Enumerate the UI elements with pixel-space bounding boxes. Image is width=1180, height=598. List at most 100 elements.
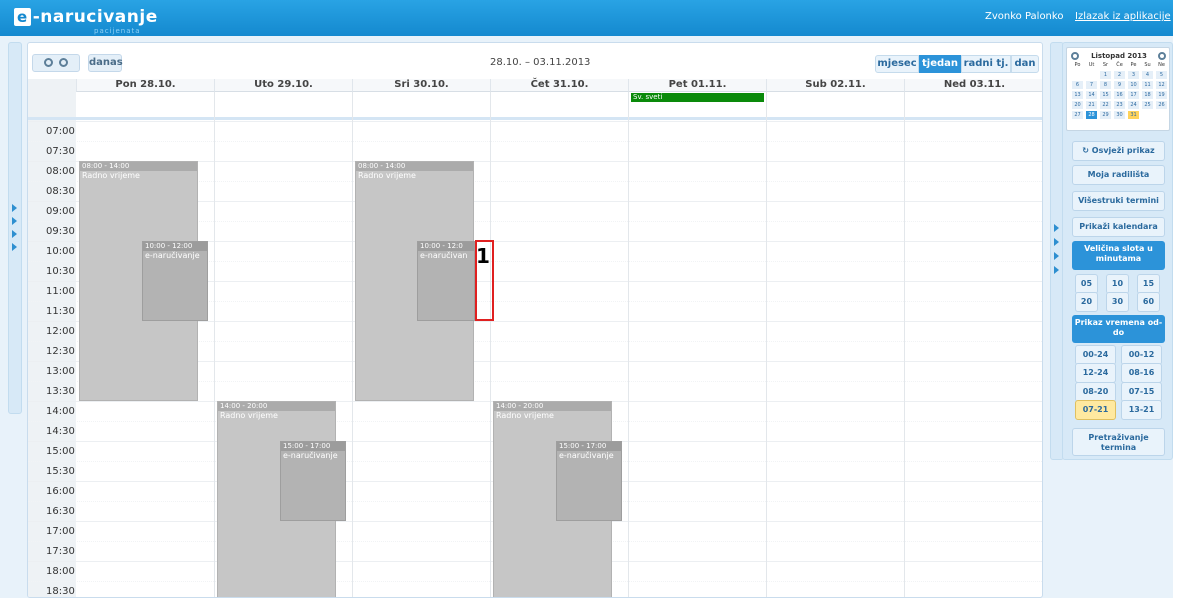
calendar-day[interactable]: 31	[1128, 111, 1139, 119]
day-divider	[628, 92, 629, 597]
expand-arrow-icon[interactable]	[12, 204, 17, 212]
next-week-icon[interactable]	[59, 58, 68, 67]
slot-size-header: Veličina slota u minutama	[1072, 241, 1165, 270]
range-07-15-button[interactable]: 07-15	[1121, 382, 1162, 402]
view-week-tab[interactable]: tjedan	[919, 55, 961, 73]
calendar-day[interactable]: 4	[1142, 71, 1153, 79]
calendar-panel: danas 28.10. – 03.11.2013 mjesec tjedan …	[27, 42, 1043, 598]
calendar-day[interactable]: 17	[1128, 91, 1139, 99]
e-booking-slot[interactable]: 15:00 - 17:00 e-naručivanje	[280, 441, 346, 521]
expand-arrow-icon[interactable]	[12, 230, 17, 238]
view-month-tab[interactable]: mjesec	[875, 55, 919, 73]
day-divider	[766, 92, 767, 597]
today-button[interactable]: danas	[88, 54, 123, 72]
calendar-day[interactable]: 16	[1114, 91, 1125, 99]
calendar-day[interactable]: 9	[1114, 81, 1125, 89]
calendar-day[interactable]: 11	[1142, 81, 1153, 89]
collapse-arrow-icon[interactable]	[1054, 252, 1059, 260]
calendar-day[interactable]: 13	[1072, 91, 1083, 99]
range-00-24-button[interactable]: 00-24	[1075, 345, 1116, 365]
calendar-day[interactable]: 18	[1142, 91, 1153, 99]
time-label: 16:00	[46, 486, 75, 497]
calendar-day[interactable]: 3	[1128, 71, 1139, 79]
range-13-21-button[interactable]: 13-21	[1121, 400, 1162, 420]
mini-calendar-title: Listopad 2013	[1091, 52, 1147, 60]
time-slot-row[interactable]	[28, 121, 1042, 141]
collapse-arrow-icon[interactable]	[1054, 224, 1059, 232]
calendar-day[interactable]: 1	[1100, 71, 1111, 79]
collapse-arrow-icon[interactable]	[1054, 238, 1059, 246]
multiple-slots-button[interactable]: Višestruki termini	[1072, 191, 1165, 211]
range-00-12-button[interactable]: 00-12	[1121, 345, 1162, 365]
e-booking-slot[interactable]: 15:00 - 17:00 e-naručivanje	[556, 441, 622, 521]
e-booking-slot[interactable]: 10:00 - 12:0 e-naručivan	[417, 241, 475, 321]
time-label: 07:30	[46, 146, 75, 157]
my-sites-button[interactable]: Moja radilišta	[1072, 165, 1165, 185]
slot-15-button[interactable]: 15	[1137, 274, 1160, 294]
refresh-button[interactable]: ↻ Osvježi prikaz	[1072, 141, 1165, 161]
calendar-day[interactable]: 14	[1086, 91, 1097, 99]
slot-60-button[interactable]: 60	[1137, 292, 1160, 312]
time-slot-row[interactable]	[28, 141, 1042, 161]
day-header-fri[interactable]: Pet 01.11.	[628, 79, 766, 92]
day-header-sun[interactable]: Ned 03.11.	[904, 79, 1042, 92]
show-calendars-button[interactable]: Prikaži kalendara	[1072, 217, 1165, 237]
calendar-day[interactable]: 20	[1072, 101, 1083, 109]
day-header-sat[interactable]: Sub 02.11.	[766, 79, 904, 92]
expand-arrow-icon[interactable]	[12, 217, 17, 225]
calendar-day[interactable]: 19	[1156, 91, 1167, 99]
calendar-day[interactable]: 15	[1100, 91, 1111, 99]
view-day-tab[interactable]: dan	[1011, 55, 1039, 73]
range-08-20-button[interactable]: 08-20	[1075, 382, 1116, 402]
calendar-day[interactable]: 28	[1086, 111, 1097, 119]
slot-20-button[interactable]: 20	[1075, 292, 1098, 312]
prev-month-icon[interactable]	[1071, 52, 1079, 60]
collapse-arrow-icon[interactable]	[1054, 266, 1059, 274]
day-header-thu[interactable]: Čet 31.10.	[490, 79, 628, 92]
time-label: 15:00	[46, 446, 75, 457]
range-12-24-button[interactable]: 12-24	[1075, 363, 1116, 383]
logout-link[interactable]: Izlazak iz aplikacije	[1075, 11, 1171, 22]
calendar-day[interactable]: 8	[1100, 81, 1111, 89]
calendar-day[interactable]: 5	[1156, 71, 1167, 79]
day-header-mon[interactable]: Pon 28.10.	[76, 79, 214, 92]
expand-arrow-icon[interactable]	[12, 243, 17, 251]
time-label: 10:00	[46, 246, 75, 257]
calendar-day[interactable]: 7	[1086, 81, 1097, 89]
range-07-21-button[interactable]: 07-21	[1075, 400, 1116, 420]
calendar-day[interactable]: 2	[1114, 71, 1125, 79]
time-label: 17:00	[46, 526, 75, 537]
slot-05-button[interactable]: 05	[1075, 274, 1098, 294]
weekday-label: Po	[1074, 62, 1081, 68]
view-workweek-tab[interactable]: radni tj.	[961, 55, 1011, 73]
calendar-day[interactable]: 21	[1086, 101, 1097, 109]
search-slots-button[interactable]: Pretraživanje termina	[1072, 428, 1165, 456]
day-header-tue[interactable]: Uto 29.10.	[214, 79, 352, 92]
calendar-day[interactable]: 6	[1072, 81, 1083, 89]
calendar-day[interactable]: 25	[1142, 101, 1153, 109]
calendar-day[interactable]: 27	[1072, 111, 1083, 119]
weekday-label: Pe	[1130, 62, 1137, 68]
calendar-day[interactable]: 10	[1128, 81, 1139, 89]
left-collapse-tab[interactable]	[8, 42, 22, 414]
day-header-wed[interactable]: Sri 30.10.	[352, 79, 490, 92]
calendar-day[interactable]: 29	[1100, 111, 1111, 119]
slot-30-button[interactable]: 30	[1106, 292, 1129, 312]
calendar-day[interactable]: 24	[1128, 101, 1139, 109]
range-08-16-button[interactable]: 08-16	[1121, 363, 1162, 383]
calendar-day[interactable]: 23	[1114, 101, 1125, 109]
prev-week-icon[interactable]	[44, 58, 53, 67]
time-label: 18:00	[46, 566, 75, 577]
time-range-header: Prikaz vremena od-do	[1072, 315, 1165, 343]
calendar-day[interactable]: 12	[1156, 81, 1167, 89]
next-month-icon[interactable]	[1158, 52, 1166, 60]
calendar-day[interactable]: 26	[1156, 101, 1167, 109]
calendar-day[interactable]: 30	[1114, 111, 1125, 119]
window-scrollbar[interactable]	[1173, 0, 1180, 598]
app-logo[interactable]: e -narucivanje	[14, 7, 158, 27]
calendar-day[interactable]: 22	[1100, 101, 1111, 109]
slot-10-button[interactable]: 10	[1106, 274, 1129, 294]
day-divider	[352, 92, 353, 597]
e-booking-slot[interactable]: 10:00 - 12:00 e-naručivanje	[142, 241, 208, 321]
all-day-event[interactable]: Sv. sveti	[631, 93, 764, 102]
